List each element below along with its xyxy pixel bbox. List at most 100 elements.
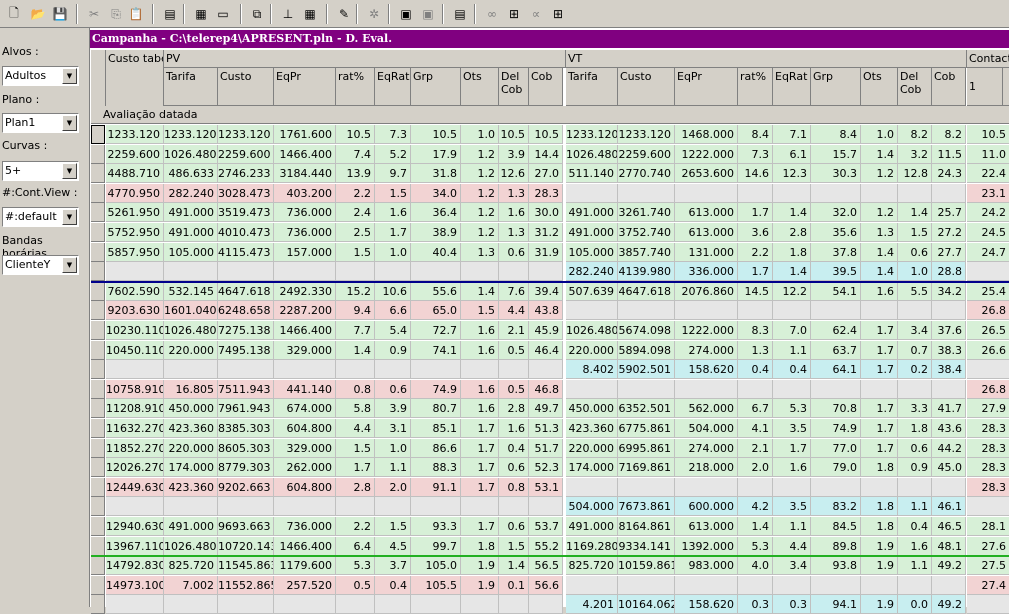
cell-vt[interactable]: 35.6	[811, 223, 861, 242]
cell-vt[interactable]: 504.000	[675, 419, 738, 438]
column-header-pv-custo[interactable]: Custo	[218, 68, 274, 106]
paste-icon[interactable]: 📋	[126, 4, 146, 24]
cell-vt[interactable]: 8.2	[932, 125, 966, 144]
cell-contact[interactable]	[967, 360, 1009, 379]
cell-contact[interactable]	[967, 497, 1009, 516]
cell-vt[interactable]	[566, 301, 618, 320]
cell-custo[interactable]: 2259.600	[106, 145, 164, 164]
cell-pv[interactable]	[411, 360, 461, 379]
cell-vt[interactable]: 15.7	[811, 145, 861, 164]
cell-vt[interactable]: 24.3	[932, 164, 966, 183]
cell-vt[interactable]: 25.7	[932, 203, 966, 222]
cell-pv[interactable]	[499, 595, 529, 614]
cell-pv[interactable]: 486.633	[164, 164, 218, 183]
cell-pv[interactable]: 1.5	[499, 537, 529, 556]
cell-pv[interactable]	[375, 497, 411, 516]
cell-pv[interactable]: 1.5	[461, 301, 499, 320]
cell-pv[interactable]: 491.000	[164, 203, 218, 222]
cell-vt[interactable]: 504.000	[566, 497, 618, 516]
cell-vt[interactable]: 1.7	[738, 203, 773, 222]
cell-pv[interactable]	[529, 595, 563, 614]
cell-custo[interactable]: 12449.630	[106, 478, 164, 497]
cell-pv[interactable]: 4010.473	[218, 223, 274, 242]
cell-vt[interactable]: 5894.098	[618, 341, 675, 360]
cell-pv[interactable]	[411, 497, 461, 516]
column-header-pv-eqrat[interactable]: EqRat	[375, 68, 411, 106]
cell-pv[interactable]: 1.2	[461, 145, 499, 164]
cell-vt[interactable]: 2.0	[738, 458, 773, 477]
cell-pv[interactable]: 5.4	[375, 321, 411, 340]
cell-pv[interactable]: 38.9	[411, 223, 461, 242]
cell-pv[interactable]: 0.6	[375, 380, 411, 399]
cell-pv[interactable]: 85.1	[411, 419, 461, 438]
cell-vt[interactable]: 1.8	[773, 243, 811, 262]
cell-vt[interactable]: 1.0	[898, 262, 932, 281]
cell-contact[interactable]: 24.2	[967, 203, 1009, 222]
window-title[interactable]: Campanha - C:\telerep4\APRESENT.pln - D.…	[90, 30, 1009, 48]
cell-vt[interactable]: 131.000	[675, 243, 738, 262]
row-header[interactable]	[91, 184, 105, 203]
cell-vt[interactable]	[675, 380, 738, 399]
cell-pv[interactable]: 423.360	[164, 419, 218, 438]
cell-vt[interactable]: 1233.120	[566, 125, 618, 144]
cell-pv[interactable]: 55.6	[411, 282, 461, 301]
cell-contact[interactable]: 11.0	[967, 145, 1009, 164]
cell-vt[interactable]: 0.4	[773, 360, 811, 379]
cell-pv[interactable]: 2.2	[336, 184, 375, 203]
cell-vt[interactable]: 38.3	[932, 341, 966, 360]
cell-vt[interactable]: 1.9	[861, 537, 898, 556]
cell-vt[interactable]: 3.4	[773, 556, 811, 575]
cell-pv[interactable]: 7961.943	[218, 399, 274, 418]
cell-vt[interactable]: 3.5	[773, 419, 811, 438]
cell-vt[interactable]: 0.3	[738, 595, 773, 614]
cell-vt[interactable]: 12.8	[898, 164, 932, 183]
cell-vt[interactable]: 5674.098	[618, 321, 675, 340]
cell-vt[interactable]: 1.2	[861, 203, 898, 222]
cell-vt[interactable]: 62.4	[811, 321, 861, 340]
cell-pv[interactable]: 1.5	[375, 184, 411, 203]
cell-custo[interactable]: 10230.110	[106, 321, 164, 340]
cell-pv[interactable]: 31.2	[529, 223, 563, 242]
cell-vt[interactable]: 4.1	[738, 419, 773, 438]
cell-vt[interactable]: 2.1	[738, 439, 773, 458]
chevron-down-icon[interactable]: ▼	[62, 209, 77, 225]
cell-vt[interactable]: 49.2	[932, 556, 966, 575]
row-header[interactable]	[91, 360, 105, 379]
cell-custo[interactable]	[106, 595, 164, 614]
cell-pv[interactable]: 282.240	[164, 184, 218, 203]
cell-pv[interactable]: 1.5	[336, 439, 375, 458]
cell-vt[interactable]	[861, 576, 898, 595]
cell-contact[interactable]: 10.5	[967, 125, 1009, 144]
column-header-vt-cob[interactable]: Cob	[932, 68, 966, 106]
cell-vt[interactable]	[932, 301, 966, 320]
column-header-vt-eqrat[interactable]: EqRat	[773, 68, 811, 106]
cell-pv[interactable]: 0.5	[499, 380, 529, 399]
column-header-custo[interactable]: Custo tabel	[106, 50, 164, 112]
cell-custo[interactable]: 10450.110	[106, 341, 164, 360]
cell-vt[interactable]: 1.2	[861, 164, 898, 183]
column-header-pv-delcob[interactable]: Del Cob	[499, 68, 529, 106]
cell-pv[interactable]	[218, 497, 274, 516]
row-header[interactable]	[91, 439, 105, 458]
cell-pv[interactable]: 2.2	[336, 517, 375, 536]
cell-pv[interactable]: 99.7	[411, 537, 461, 556]
cell-pv[interactable]: 1.0	[461, 125, 499, 144]
cell-vt[interactable]: 4.4	[773, 537, 811, 556]
cell-vt[interactable]: 6.1	[773, 145, 811, 164]
cell-vt[interactable]: 49.2	[932, 595, 966, 614]
cell-vt[interactable]: 41.7	[932, 399, 966, 418]
cell-pv[interactable]: 9.4	[336, 301, 375, 320]
cell-vt[interactable]: 1468.000	[675, 125, 738, 144]
cell-custo[interactable]: 11208.910	[106, 399, 164, 418]
cell-vt[interactable]: 8.4	[738, 125, 773, 144]
cell-vt[interactable]: 1.7	[861, 419, 898, 438]
cell-pv[interactable]: 1.7	[461, 517, 499, 536]
cell-vt[interactable]: 1.1	[898, 497, 932, 516]
cell-custo[interactable]: 5857.950	[106, 243, 164, 262]
cell-vt[interactable]: 825.720	[566, 556, 618, 575]
cell-pv[interactable]: 1.3	[499, 184, 529, 203]
row-header[interactable]	[91, 243, 105, 262]
cell-pv[interactable]: 1.2	[461, 203, 499, 222]
cell-pv[interactable]: 1.3	[499, 223, 529, 242]
cell-vt[interactable]: 0.7	[898, 341, 932, 360]
